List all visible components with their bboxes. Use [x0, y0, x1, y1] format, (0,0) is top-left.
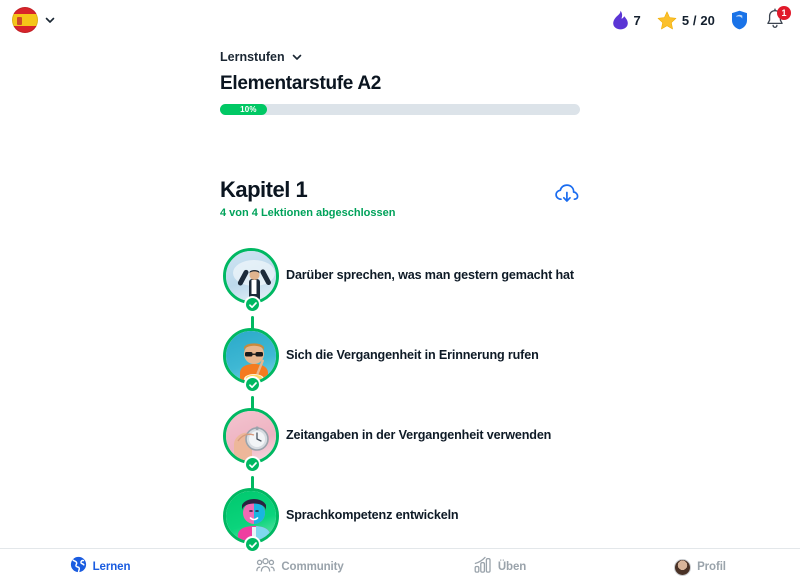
person-arms-raised-thumbnail: [226, 251, 276, 301]
chapter-title: Kapitel 1: [220, 177, 308, 202]
nav-item-community[interactable]: Community: [200, 549, 400, 585]
nav-item-profil[interactable]: Profil: [600, 549, 800, 585]
notification-badge: 1: [777, 6, 791, 20]
lesson-item[interactable]: Zeitangaben in der Vergangenheit verwend…: [223, 408, 623, 496]
person-orange-shirt-thumbnail: [226, 331, 276, 381]
flame-icon: [612, 10, 629, 30]
shield-icon: [731, 10, 748, 30]
nav-label-community: Community: [281, 561, 344, 573]
star-icon: [657, 11, 677, 30]
points-indicator[interactable]: 5 / 20: [657, 11, 715, 30]
app-root: 7 5 / 20 1 Lernstufen Elementarstufe A2 …: [0, 0, 800, 585]
bar-chart-icon: [474, 556, 492, 578]
lesson-title: Darüber sprechen, was man gestern gemach…: [286, 268, 574, 282]
nav-item-lernen[interactable]: Lernen: [0, 549, 200, 585]
nav-label-profil: Profil: [697, 561, 726, 573]
language-selector[interactable]: [12, 7, 56, 33]
streak-indicator[interactable]: 7: [612, 10, 641, 30]
cloud-download-icon: [554, 184, 580, 209]
lesson-avatar-column: [223, 248, 281, 336]
lesson-completed-check: [244, 456, 261, 473]
lesson-list: Darüber sprechen, was man gestern gemach…: [223, 248, 623, 568]
spanish-flag-icon: [12, 7, 38, 33]
chevron-down-icon: [291, 51, 303, 63]
lesson-item[interactable]: Sich die Vergangenheit in Erinnerung ruf…: [223, 328, 623, 416]
chapter-section: Kapitel 1 4 von 4 Lektionen abgeschlosse…: [220, 177, 580, 219]
level-section: Lernstufen Elementarstufe A2 10%: [220, 50, 590, 115]
page-title: Elementarstufe A2: [220, 73, 382, 94]
nav-label-ueben: Üben: [497, 561, 527, 573]
avatar: [674, 558, 692, 576]
bottom-navigation: Lernen Community Üben Profil: [0, 548, 800, 585]
level-progress-label: 10%: [240, 105, 257, 114]
level-progress-bar: 10%: [220, 104, 580, 115]
status-indicators: 7 5 / 20 1: [612, 6, 791, 32]
hand-stopwatch-thumbnail: [226, 411, 276, 461]
lesson-avatar-column: [223, 408, 281, 496]
lesson-completed-check: [244, 296, 261, 313]
lesson-avatar-column: [223, 488, 281, 553]
chapter-progress-text: 4 von 4 Lektionen abgeschlossen: [220, 207, 396, 219]
lesson-title: Zeitangaben in der Vergangenheit verwend…: [286, 428, 552, 442]
globe-icon: [70, 556, 87, 578]
nav-label-lernen: Lernen: [92, 561, 131, 573]
chevron-down-icon: [44, 14, 56, 26]
lesson-avatar-column: [223, 328, 281, 416]
points-value: 5 / 20: [681, 12, 715, 28]
lesson-completed-check: [244, 376, 261, 393]
nav-item-ueben[interactable]: Üben: [400, 549, 600, 585]
notifications-button[interactable]: 1: [764, 6, 791, 32]
lesson-title: Sich die Vergangenheit in Erinnerung ruf…: [286, 348, 539, 362]
cloud-download-button[interactable]: [554, 183, 580, 210]
top-bar: 7 5 / 20 1: [0, 0, 800, 40]
people-icon: [256, 557, 276, 578]
lesson-completed-check: [244, 536, 261, 553]
streak-value: 7: [633, 12, 641, 28]
level-breadcrumb-label: Lernstufen: [220, 50, 285, 64]
shield-indicator[interactable]: [731, 10, 748, 30]
lesson-title: Sprachkompetenz entwickeln: [286, 508, 459, 522]
level-progress-fill: 10%: [220, 104, 267, 115]
woman-duotone-thumbnail: [226, 491, 276, 541]
level-breadcrumb-dropdown[interactable]: Lernstufen: [220, 50, 590, 64]
lesson-item[interactable]: Darüber sprechen, was man gestern gemach…: [223, 248, 623, 336]
